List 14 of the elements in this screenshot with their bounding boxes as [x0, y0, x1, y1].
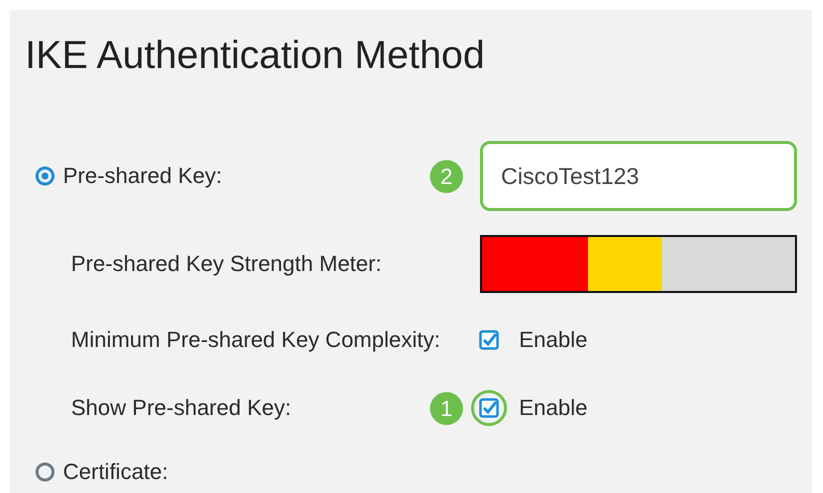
option-label: Certificate:	[63, 458, 168, 486]
step-badge: 2	[430, 160, 463, 192]
option-label: Show Pre-shared Key:	[71, 394, 292, 422]
meter-label: Pre-shared Key Strength Meter:	[71, 250, 382, 278]
checkbox-label: Enable	[519, 326, 588, 354]
option-label: Minimum Pre-shared Key Complexity:	[71, 326, 440, 354]
checkbox-label: Enable	[519, 394, 588, 422]
radio-button[interactable]	[35, 166, 55, 186]
radio-button[interactable]	[35, 462, 55, 482]
option-label: Pre-shared Key:	[63, 162, 222, 190]
page-title: IKE Authentication Method	[25, 33, 486, 79]
step-badge: 1	[430, 392, 463, 424]
checkbox[interactable]	[471, 390, 507, 426]
key-input-field[interactable]: CiscoTest123	[480, 141, 797, 211]
